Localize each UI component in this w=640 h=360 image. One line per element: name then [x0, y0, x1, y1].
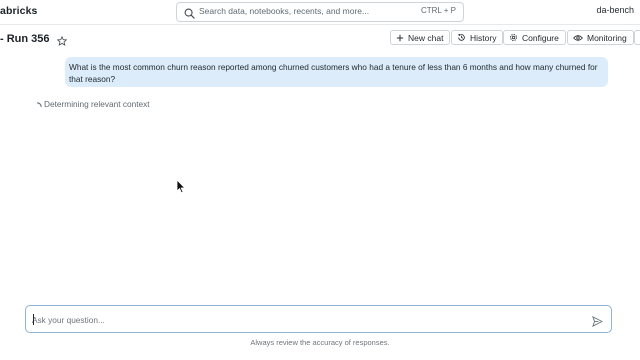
brand-logo-text[interactable]: abricks	[0, 5, 37, 17]
search-icon	[184, 6, 195, 24]
new-chat-button[interactable]: New chat	[390, 30, 451, 45]
monitoring-label: Monitoring	[587, 32, 627, 43]
monitoring-button[interactable]: Monitoring	[567, 30, 634, 45]
workspace-user-label[interactable]: da-bench	[596, 5, 634, 15]
configure-button[interactable]: Configure	[503, 30, 566, 45]
accuracy-disclaimer: Always review the accuracy of responses.	[250, 338, 390, 347]
new-chat-label: New chat	[408, 32, 444, 43]
question-input[interactable]	[32, 313, 572, 326]
user-message-bubble: What is the most common churn reason rep…	[65, 57, 608, 87]
page-title: - Run 356	[0, 33, 50, 45]
eye-icon	[573, 34, 583, 41]
configure-label: Configure	[522, 32, 559, 43]
top-bar: abricks Search data, notebooks, recents,…	[0, 0, 640, 25]
gear-icon	[509, 33, 518, 42]
global-search-box[interactable]: Search data, notebooks, recents, and mor…	[176, 2, 464, 22]
plus-icon	[396, 34, 404, 41]
search-placeholder: Search data, notebooks, recents, and mor…	[199, 6, 370, 16]
mouse-pointer-icon	[176, 179, 186, 199]
star-icon[interactable]	[56, 33, 68, 51]
question-composer[interactable]	[25, 305, 612, 333]
history-label: History	[470, 32, 497, 43]
send-icon[interactable]	[592, 314, 604, 332]
search-shortcut: CTRL + P	[420, 6, 456, 15]
history-icon	[457, 33, 465, 41]
text-caret	[33, 314, 34, 325]
spinner-icon	[33, 98, 42, 116]
overflow-button[interactable]	[634, 30, 640, 45]
page-header: - Run 356 New chat History Configure Mon…	[0, 30, 640, 50]
status-text: Determining relevant context	[44, 99, 150, 109]
history-button[interactable]: History	[451, 30, 504, 45]
